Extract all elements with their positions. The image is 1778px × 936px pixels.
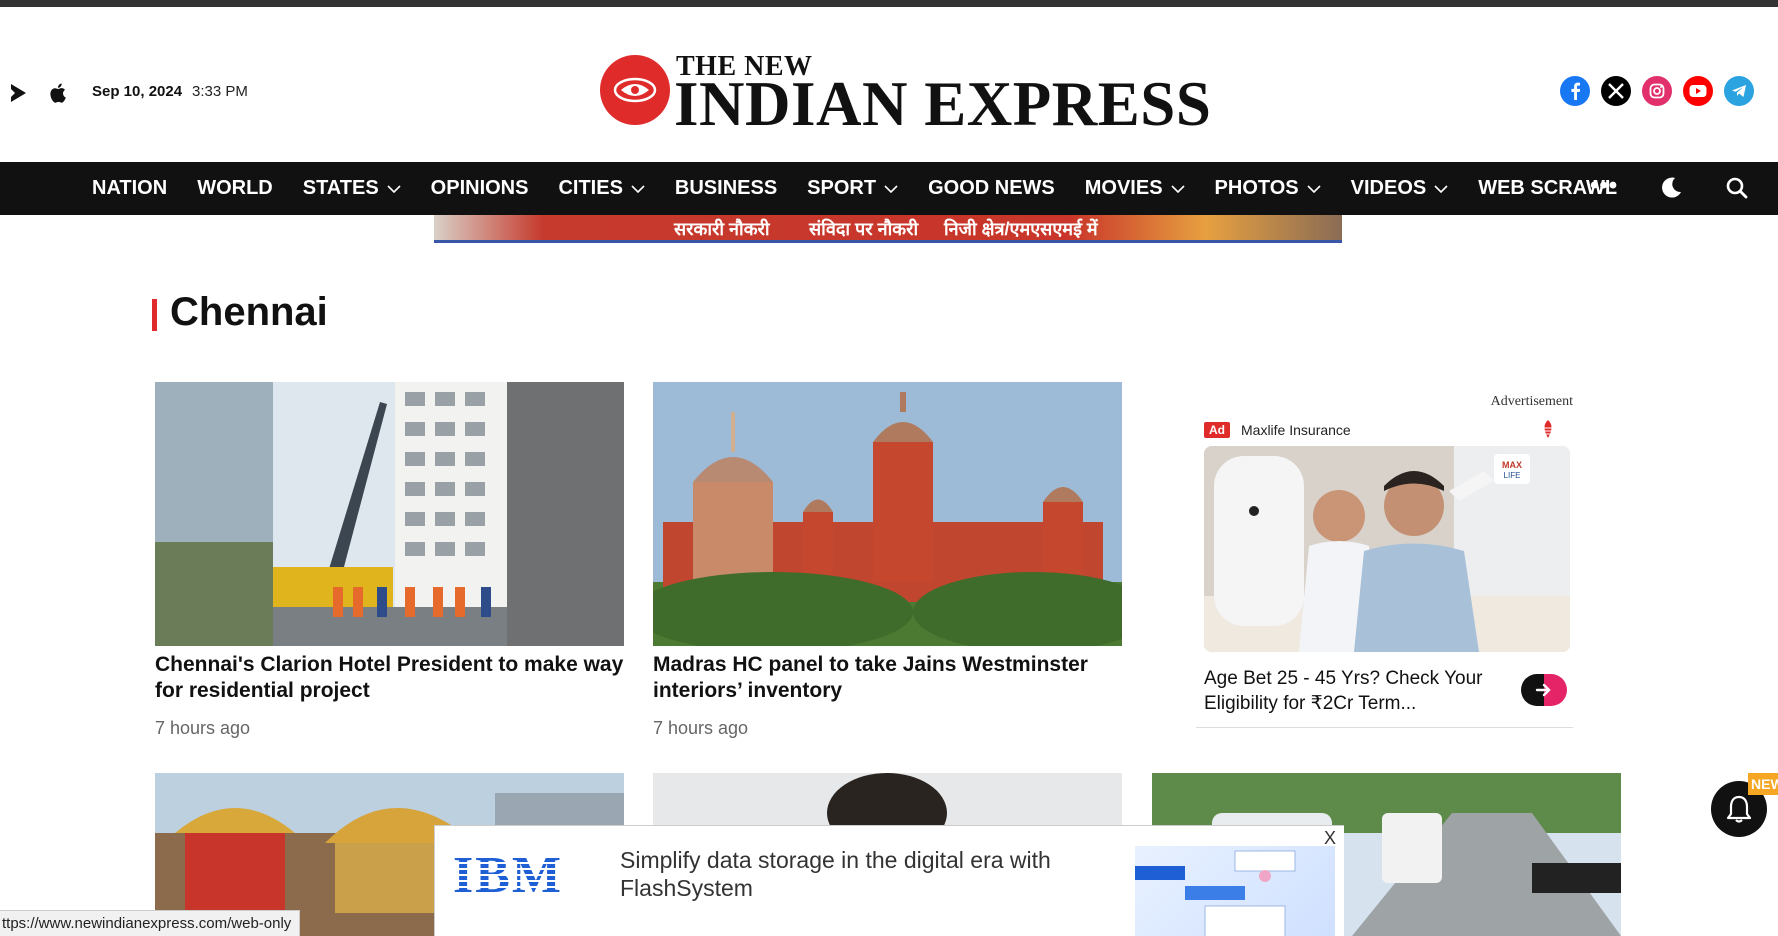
- nav-item-nation[interactable]: NATION: [92, 177, 167, 200]
- nav-item-opinions[interactable]: OPINIONS: [431, 177, 529, 200]
- top-banner-ad[interactable]: सरकारी नौकरी संविदा पर नौकरी निजी क्षेत्…: [434, 215, 1342, 243]
- arrow-right-icon: [1535, 683, 1551, 697]
- chevron-down-icon: [1170, 184, 1185, 193]
- chevron-down-icon: [631, 184, 645, 193]
- site-header: Sep 10, 2024 3:33 PM THE NEW INDIAN EXPR…: [0, 7, 1778, 162]
- article-title[interactable]: Chennai's Clarion Hotel President to mak…: [155, 652, 624, 704]
- facebook-icon[interactable]: [1560, 76, 1590, 106]
- bottom-sticky-ad[interactable]: IBM Simplify data storage in the digital…: [434, 825, 1344, 936]
- x-icon[interactable]: [1601, 76, 1631, 106]
- browser-status-url: ttps://www.newindianexpress.com/web-only: [0, 910, 301, 936]
- new-badge: NEW: [1748, 773, 1778, 795]
- svg-text:LIFE: LIFE: [1504, 471, 1521, 480]
- nav-item-sport[interactable]: SPORT: [807, 177, 898, 200]
- current-date: Sep 10, 2024: [92, 83, 183, 100]
- section-title-accent: [152, 299, 157, 331]
- ad-brand-logo: IBM: [453, 846, 563, 905]
- social-links: [1560, 76, 1754, 106]
- youtube-icon[interactable]: [1683, 76, 1713, 106]
- nav-item-business[interactable]: BUSINESS: [675, 177, 777, 200]
- banner-text: निजी क्षेत्र/एमएसएमई में: [944, 219, 1098, 239]
- telegram-icon[interactable]: [1724, 76, 1754, 106]
- ad-illustration: [1135, 846, 1335, 936]
- nav-item-videos[interactable]: VIDEOS: [1351, 177, 1449, 200]
- article-timestamp: 7 hours ago: [155, 718, 251, 738]
- google-play-icon[interactable]: [8, 82, 30, 104]
- nav-item-photos[interactable]: PHOTOS: [1215, 177, 1321, 200]
- chevron-down-icon: [1434, 184, 1448, 193]
- article-image[interactable]: [155, 382, 624, 646]
- main-navigation: NATION WORLD STATES OPINIONS CITIES BUSI…: [0, 162, 1778, 215]
- nav-item-movies[interactable]: MOVIES: [1085, 177, 1185, 200]
- nav-item-world[interactable]: WORLD: [197, 177, 273, 200]
- ad-cta-button[interactable]: [1521, 674, 1567, 706]
- article-card[interactable]: Madras HC panel to take Jains Westminste…: [653, 382, 1122, 752]
- logo-text-big: INDIAN EXPRESS: [674, 69, 1212, 139]
- chevron-down-icon: [1307, 184, 1321, 193]
- ad-image[interactable]: MAX LIFE: [1204, 446, 1570, 652]
- article-timestamp: 7 hours ago: [653, 718, 749, 738]
- ad-badge: Ad: [1204, 422, 1230, 438]
- article-title[interactable]: Madras HC panel to take Jains Westminste…: [653, 652, 1122, 704]
- logo-emblem-icon: [600, 55, 670, 125]
- ad-headline[interactable]: Age Bet 25 - 45 Yrs? Check Your Eligibil…: [1204, 666, 1494, 716]
- ad-choices-icon[interactable]: [1539, 418, 1557, 440]
- ad-brand-name[interactable]: Maxlife Insurance: [1241, 422, 1351, 438]
- dark-mode-moon-icon[interactable]: [1658, 175, 1684, 201]
- sidebar-advertisement[interactable]: Advertisement Ad Maxlife Insurance MAX L…: [1196, 390, 1573, 728]
- banner-text: सरकारी नौकरी: [674, 219, 770, 239]
- search-icon[interactable]: [1725, 176, 1749, 200]
- nav-item-cities[interactable]: CITIES: [558, 177, 645, 200]
- bell-icon: [1726, 795, 1752, 823]
- more-menu-button[interactable]: •••: [1590, 172, 1618, 200]
- chevron-down-icon: [387, 184, 401, 193]
- section-title: Chennai: [170, 290, 328, 334]
- nav-item-good-news[interactable]: GOOD NEWS: [928, 177, 1055, 200]
- ad-label: Advertisement: [1490, 394, 1573, 409]
- article-card[interactable]: Chennai's Clarion Hotel President to mak…: [155, 382, 624, 752]
- ad-copy[interactable]: Simplify data storage in the digital era…: [620, 846, 1080, 902]
- banner-text: संविदा पर नौकरी: [809, 219, 919, 239]
- chevron-down-icon: [884, 184, 898, 193]
- close-ad-button[interactable]: X: [1324, 828, 1336, 849]
- app-store-links: [8, 82, 70, 104]
- site-logo[interactable]: THE NEW INDIAN EXPRESS: [600, 47, 1211, 139]
- svg-text:MAX: MAX: [1502, 460, 1522, 470]
- browser-top-bar: [0, 0, 1778, 7]
- nav-item-states[interactable]: STATES: [303, 177, 401, 200]
- apple-icon[interactable]: [48, 82, 70, 104]
- current-time: 3:33 PM: [192, 83, 248, 100]
- article-image[interactable]: [653, 382, 1122, 646]
- instagram-icon[interactable]: [1642, 76, 1672, 106]
